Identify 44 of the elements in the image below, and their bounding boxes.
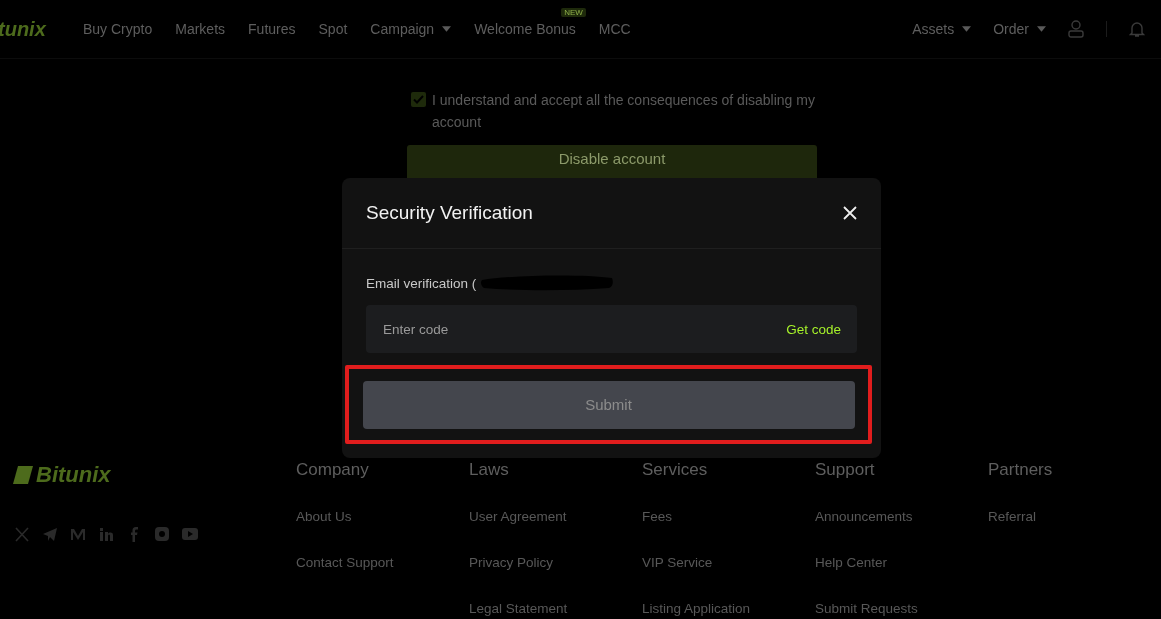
footer-link[interactable]: Referral: [988, 508, 1161, 526]
new-badge: NEW: [561, 8, 586, 17]
x-logo-icon[interactable]: [14, 526, 30, 542]
checkbox[interactable]: [411, 92, 426, 107]
paper-plane-icon[interactable]: [42, 526, 58, 542]
get-code-link[interactable]: Get code: [786, 321, 841, 337]
nav-link[interactable]: Assets: [912, 21, 972, 37]
m-logo-icon[interactable]: [70, 526, 86, 542]
footer-heading: Services: [642, 460, 709, 480]
close-icon[interactable]: [843, 206, 857, 220]
instagram-icon[interactable]: [154, 526, 170, 542]
nav-link[interactable]: Spot: [318, 21, 348, 37]
nav-link[interactable]: Welcome Bonus: [474, 21, 576, 37]
nav-link[interactable]: Buy Crypto: [83, 21, 153, 37]
footer-heading: Partners: [988, 460, 1054, 480]
footer-link[interactable]: About Us: [296, 508, 469, 526]
nav-link[interactable]: Markets: [175, 21, 226, 37]
logo[interactable]: Bitunix: [36, 462, 111, 488]
consent-text: I understand and accept all the consequences of disabling my account: [432, 91, 816, 132]
footer-link[interactable]: VIP Service: [642, 554, 815, 572]
footer-link[interactable]: Privacy Policy: [469, 554, 642, 572]
footer-link[interactable]: User Agreement: [469, 508, 642, 526]
nav-link[interactable]: MCC: [598, 21, 631, 37]
footer-heading: Support: [815, 460, 876, 480]
nav-link[interactable]: Order: [993, 21, 1046, 37]
footer-link[interactable]: Contact Support: [296, 554, 469, 572]
field-label: Email verification (: [366, 275, 477, 291]
bell-icon[interactable]: [1129, 20, 1145, 38]
dialog-title: Security Verification: [366, 202, 533, 224]
footer-link[interactable]: Help Center: [815, 554, 988, 572]
play-icon[interactable]: [182, 526, 198, 542]
nav-link[interactable]: Campaign: [370, 21, 452, 37]
footer-link[interactable]: Legal Statement: [469, 600, 642, 618]
footer-link[interactable]: Fees: [642, 508, 815, 526]
footer-heading: Laws: [469, 460, 510, 480]
logo-icon: [12, 465, 34, 485]
footer-link[interactable]: Listing Application: [642, 600, 815, 618]
user-icon[interactable]: [1068, 20, 1084, 38]
linkedin-icon[interactable]: [98, 526, 114, 542]
nav-link[interactable]: Futures: [248, 21, 296, 37]
footer-heading: Company: [296, 460, 370, 480]
footer-link[interactable]: Announcements: [815, 508, 988, 526]
footer-link[interactable]: Submit Requests: [815, 600, 988, 618]
code-input[interactable]: Enter code Get code: [366, 305, 857, 353]
